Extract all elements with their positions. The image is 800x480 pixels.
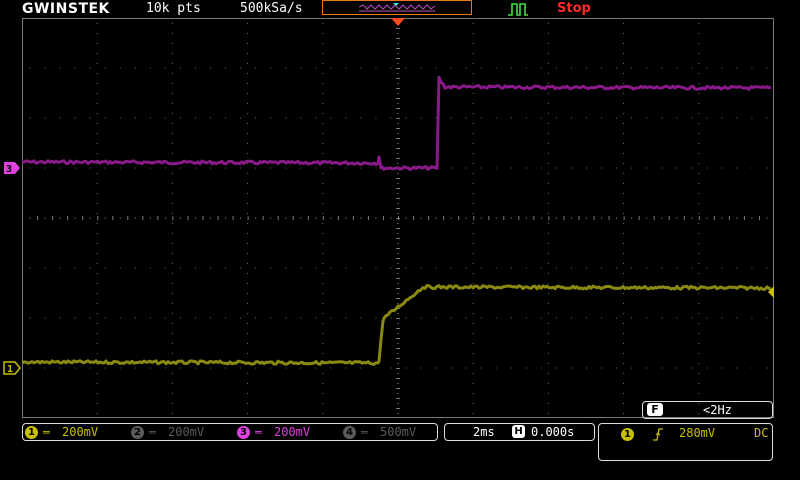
ch1-number: 1 (25, 426, 38, 439)
trigger-panel[interactable]: 1 280mV DC (598, 423, 773, 461)
ch1-ground-marker[interactable]: 1 (3, 361, 21, 375)
ch4-info[interactable]: 4 ═ 500mV (343, 424, 416, 440)
ch4-number: 4 (343, 426, 356, 439)
timebase-panel[interactable]: 2ms H 0.000s (444, 423, 595, 441)
ch3-marker-label: 3 (6, 164, 12, 175)
frequency-counter: F <2Hz (642, 401, 773, 419)
rising-edge-icon (653, 428, 663, 441)
ch3-ground-marker[interactable]: 3 (4, 162, 20, 175)
ch3-scale: 200mV (274, 425, 311, 439)
ch1-coupling-icon: ═ (43, 425, 50, 439)
ch4-coupling-icon: ═ (361, 425, 368, 439)
ch1-scale: 200mV (62, 425, 99, 439)
frequency-value: <2Hz (703, 403, 732, 417)
ch2-info[interactable]: 2 ═ 200mV (131, 424, 204, 440)
frequency-label: F (647, 403, 663, 416)
trigger-coupling: DC (754, 426, 769, 440)
ch2-coupling-icon: ═ (149, 425, 156, 439)
ch3-info[interactable]: 3 ═ 200mV (237, 424, 310, 440)
trigger-level: 280mV (679, 426, 716, 440)
trigger-level-marker[interactable] (768, 286, 774, 298)
bottom-status-bar: F <2Hz 1 ═ 200mV 2 ═ 200mV 3 ═ 200mV 4 ═ 500mV 2… (0, 401, 800, 480)
time-scale: 2ms (473, 425, 495, 439)
horizontal-position: 0.000s (531, 425, 575, 439)
ch1-info[interactable]: 1 ═ 200mV (25, 424, 98, 440)
ch2-number: 2 (131, 426, 144, 439)
ch1-marker-label: 1 (7, 364, 13, 375)
ch3-coupling-icon: ═ (255, 425, 262, 439)
marker-layer: 3 1 (3, 18, 774, 375)
horizontal-label: H (512, 425, 525, 438)
ch2-scale: 200mV (168, 425, 205, 439)
ch4-scale: 500mV (380, 425, 417, 439)
trigger-position-marker[interactable] (391, 18, 405, 26)
ch3-number: 3 (237, 426, 250, 439)
channel-scale-panel: 1 ═ 200mV 2 ═ 200mV 3 ═ 200mV 4 ═ 500mV (22, 423, 438, 441)
trigger-source: 1 (621, 428, 634, 441)
